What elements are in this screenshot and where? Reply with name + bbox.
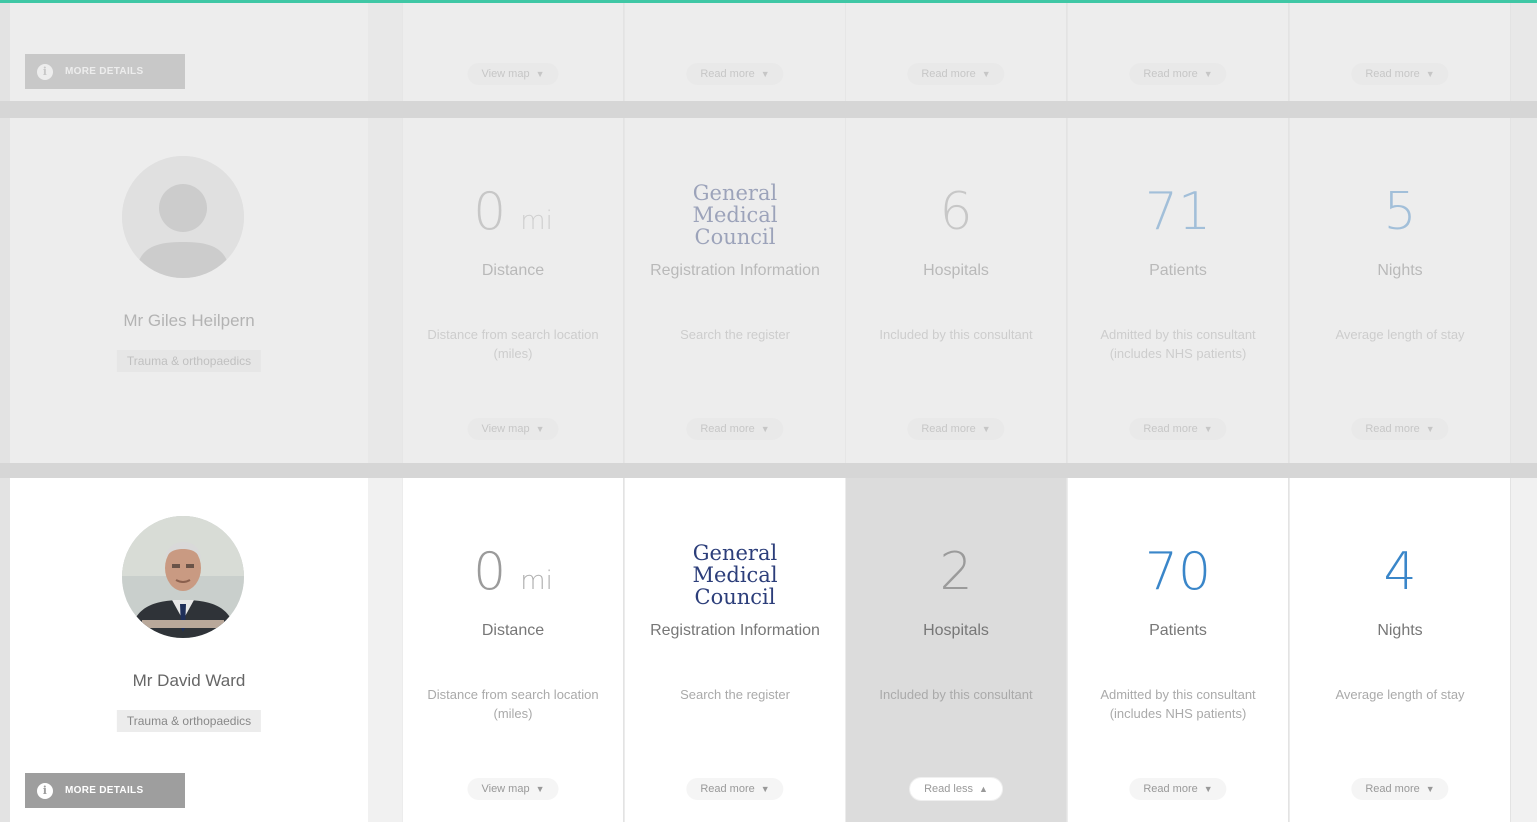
hospitals-value: 2	[939, 542, 973, 602]
gmc-logo: General Medical Council	[692, 181, 778, 249]
distance-cell: View map ▼	[402, 3, 623, 101]
caret-down-icon: ▼	[1203, 784, 1213, 794]
profile-panel: Mr Giles Heilpern Trauma & orthopaedics	[10, 118, 368, 463]
registration-cell: General Medical Council Registration Inf…	[624, 118, 845, 463]
hospitals-cell: 6 Hospitals Included by this consultant …	[845, 118, 1066, 463]
distance-label: Distance	[481, 262, 545, 279]
consultant-row: Mr Giles Heilpern Trauma & orthopaedics …	[0, 118, 1537, 463]
distance-desc: Distance from search location (miles)	[427, 687, 599, 721]
patients-cell: Read more ▼	[1067, 3, 1288, 101]
more-details-button[interactable]: i MORE DETAILS	[25, 773, 185, 808]
read-more-button[interactable]: Read more ▼	[1129, 418, 1227, 440]
registration-cell: General Medical Council Registration Inf…	[624, 478, 845, 822]
consultant-name[interactable]: Mr Giles Heilpern	[10, 311, 368, 331]
hospitals-cell: Read more ▼	[845, 3, 1066, 101]
caret-down-icon: ▼	[535, 69, 545, 79]
caret-up-icon: ▲	[979, 784, 988, 794]
hospitals-label: Hospitals	[923, 262, 989, 279]
distance-cell: 0 mi Distance Distance from search locati…	[402, 118, 623, 463]
person-placeholder-icon	[122, 156, 244, 278]
hospitals-label: Hospitals	[923, 622, 989, 639]
caret-down-icon: ▼	[981, 424, 991, 434]
specialty-tag: Trauma & orthopaedics	[116, 350, 262, 372]
patients-value: 70	[1144, 542, 1212, 602]
distance-value: 0 mi	[473, 182, 553, 242]
specialty-tag: Trauma & orthopaedics	[116, 710, 262, 732]
read-more-button[interactable]: Read more ▼	[1129, 778, 1227, 800]
distance-desc: Distance from search location (miles)	[427, 327, 599, 361]
read-more-button[interactable]: Read more ▼	[907, 418, 1005, 440]
nights-desc: Average length of stay	[1335, 687, 1465, 702]
avatar[interactable]	[122, 516, 244, 638]
avatar[interactable]	[122, 156, 244, 278]
patients-cell: 70 Patients Admitted by this consultant …	[1067, 478, 1288, 822]
registration-label: Registration Information	[650, 262, 820, 279]
consultant-row-partial: i MORE DETAILS View map ▼ Read more ▼ Read…	[0, 3, 1537, 101]
registration-cell: Read more ▼	[624, 3, 845, 101]
consultant-photo	[122, 516, 244, 638]
caret-down-icon: ▼	[535, 424, 545, 434]
hospitals-cell-expanded: 2 Hospitals Included by this consultant …	[845, 478, 1066, 822]
hospitals-desc: Included by this consultant	[879, 687, 1033, 702]
nights-cell: Read more ▼	[1289, 3, 1510, 101]
profile-panel: Mr David Ward Trauma & orthopaedics i MO…	[10, 478, 368, 822]
caret-down-icon: ▼	[760, 784, 770, 794]
read-more-button[interactable]: Read more ▼	[686, 63, 784, 85]
patients-label: Patients	[1149, 262, 1207, 279]
row-separator	[0, 101, 1537, 118]
nights-value: 5	[1383, 182, 1417, 242]
caret-down-icon: ▼	[760, 69, 770, 79]
caret-down-icon: ▼	[1425, 784, 1435, 794]
view-map-button[interactable]: View map ▼	[467, 778, 559, 800]
hospitals-value: 6	[939, 182, 973, 242]
caret-down-icon: ▼	[1203, 69, 1213, 79]
caret-down-icon: ▼	[535, 784, 545, 794]
consultant-name[interactable]: Mr David Ward	[10, 671, 368, 691]
nights-label: Nights	[1377, 262, 1423, 279]
patients-cell: 71 Patients Admitted by this consultant …	[1067, 118, 1288, 463]
patients-label: Patients	[1149, 622, 1207, 639]
gmc-logo: General Medical Council	[692, 541, 778, 609]
info-icon: i	[37, 63, 53, 80]
nights-value: 4	[1383, 542, 1417, 602]
nights-cell: 4 Nights Average length of stay Read mor…	[1289, 478, 1510, 822]
read-more-button[interactable]: Read more ▼	[1351, 63, 1449, 85]
registration-desc: Search the register	[680, 687, 790, 702]
caret-down-icon: ▼	[1203, 424, 1213, 434]
view-map-button[interactable]: View map ▼	[467, 63, 559, 85]
distance-cell: 0 mi Distance Distance from search locati…	[402, 478, 623, 822]
nights-desc: Average length of stay	[1335, 327, 1465, 342]
more-details-button[interactable]: i MORE DETAILS	[25, 54, 185, 89]
read-more-button[interactable]: Read more ▼	[686, 778, 784, 800]
caret-down-icon: ▼	[1425, 424, 1435, 434]
registration-label: Registration Information	[650, 622, 820, 639]
profile-panel: i MORE DETAILS	[10, 3, 368, 101]
caret-down-icon: ▼	[981, 69, 991, 79]
nights-cell: 5 Nights Average length of stay Read mor…	[1289, 118, 1510, 463]
row-separator	[0, 463, 1537, 478]
read-more-button[interactable]: Read more ▼	[1129, 63, 1227, 85]
distance-label: Distance	[481, 622, 545, 639]
patients-desc: Admitted by this consultant (includes NH…	[1100, 327, 1256, 361]
read-more-button[interactable]: Read more ▼	[1351, 778, 1449, 800]
read-more-button[interactable]: Read more ▼	[907, 63, 1005, 85]
patients-value: 71	[1144, 182, 1212, 242]
caret-down-icon: ▼	[760, 424, 770, 434]
hospitals-desc: Included by this consultant	[879, 327, 1033, 342]
distance-value: 0 mi	[473, 542, 553, 602]
patients-desc: Admitted by this consultant (includes NH…	[1100, 687, 1256, 721]
view-map-button[interactable]: View map ▼	[467, 418, 559, 440]
read-less-button[interactable]: Read less ▲	[910, 778, 1002, 800]
info-icon: i	[37, 782, 53, 799]
read-more-button[interactable]: Read more ▼	[686, 418, 784, 440]
consultant-row: Mr David Ward Trauma & orthopaedics i MO…	[0, 478, 1537, 822]
nights-label: Nights	[1377, 622, 1423, 639]
caret-down-icon: ▼	[1425, 69, 1435, 79]
registration-desc: Search the register	[680, 327, 790, 342]
read-more-button[interactable]: Read more ▼	[1351, 418, 1449, 440]
